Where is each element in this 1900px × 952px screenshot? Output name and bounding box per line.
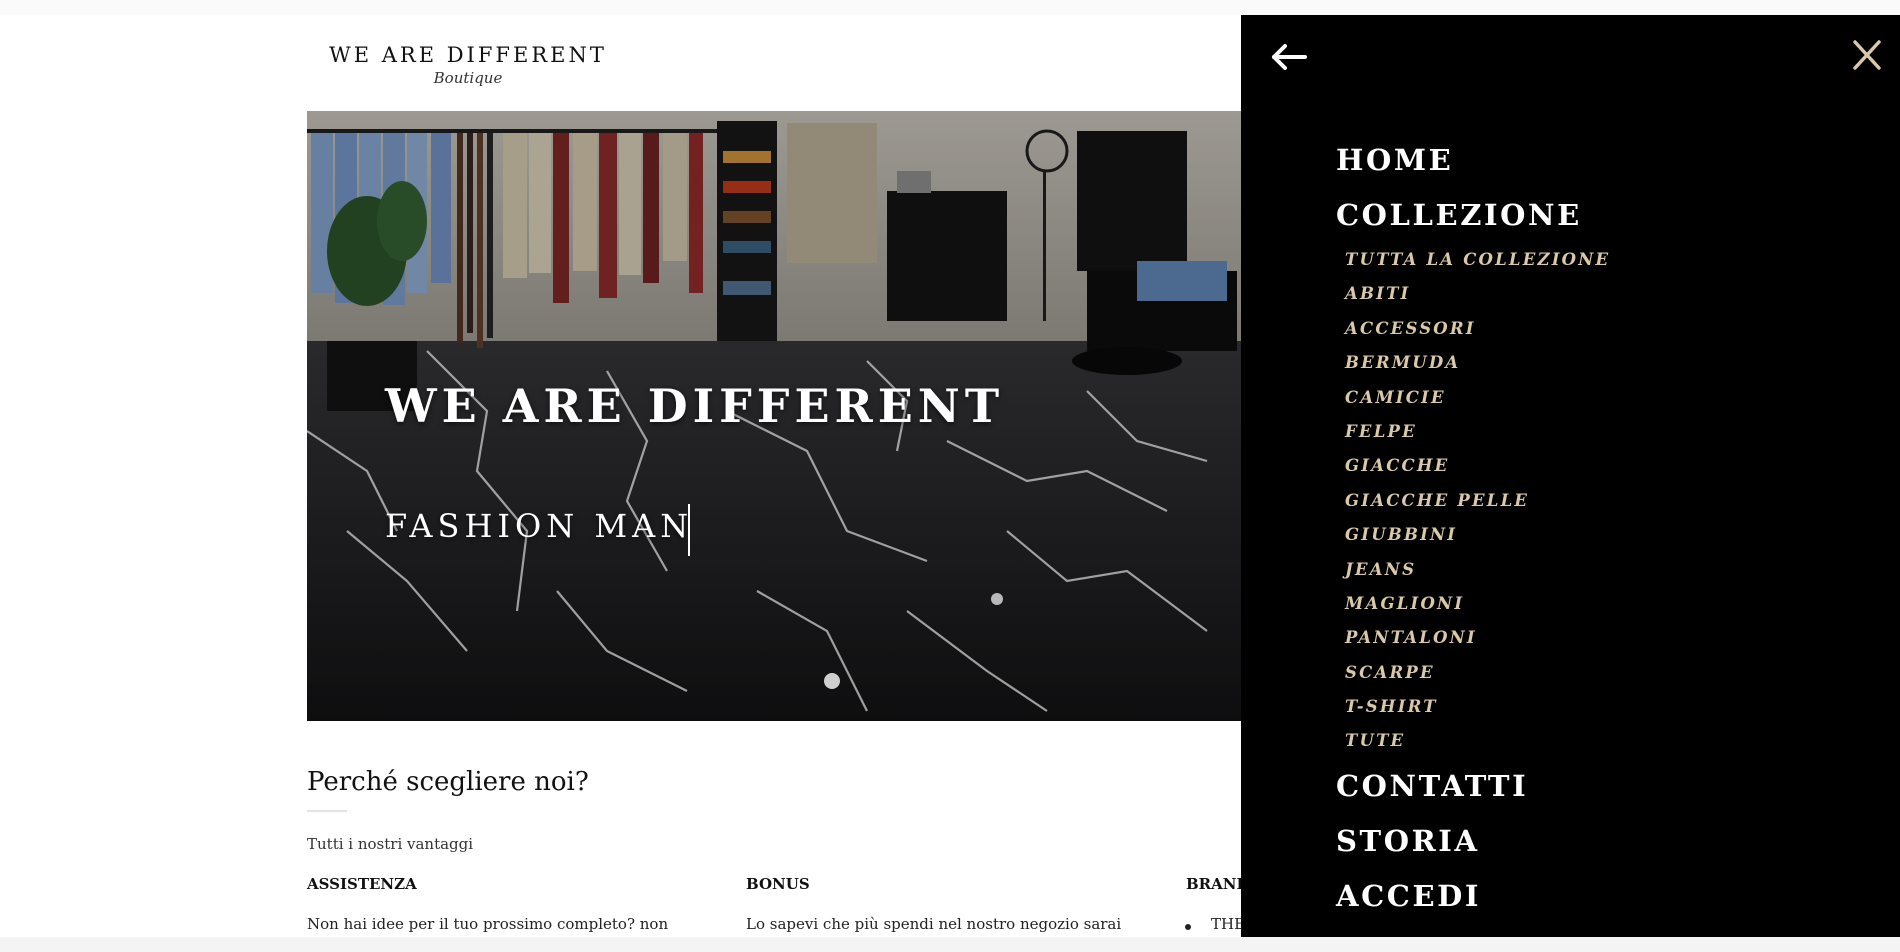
menu-item-contatti[interactable]: CONTATTI bbox=[1336, 759, 1610, 814]
submenu-item-tutta-la-collezione[interactable]: TUTTA LA COLLEZIONE bbox=[1345, 243, 1610, 277]
submenu-item-accessori[interactable]: ACCESSORI bbox=[1345, 312, 1610, 346]
hero-banner: WE ARE DIFFERENT FASHION MAN bbox=[307, 111, 1241, 721]
submenu-item-maglioni[interactable]: MAGLIONI bbox=[1345, 587, 1610, 621]
feature-heading-brand: BRAND bbox=[1186, 875, 1250, 893]
feature-text-assistenza: Non hai idee per il tuo prossimo complet… bbox=[307, 915, 669, 933]
menu-item-collezione[interactable]: COLLEZIONE bbox=[1336, 188, 1610, 243]
nav-drawer: HOME COLLEZIONE TUTTA LA COLLEZIONE ABIT… bbox=[1241, 15, 1900, 937]
feature-heading-bonus: BONUS bbox=[746, 875, 810, 893]
close-icon bbox=[1853, 40, 1881, 70]
main-menu: HOME COLLEZIONE TUTTA LA COLLEZIONE ABIT… bbox=[1336, 133, 1610, 924]
submenu-item-abiti[interactable]: ABITI bbox=[1345, 277, 1610, 311]
submenu-item-felpe[interactable]: FELPE bbox=[1345, 415, 1610, 449]
feature-text-bonus: Lo sapevi che più spendi nel nostro nego… bbox=[746, 915, 1122, 933]
menu-item-home[interactable]: HOME bbox=[1336, 133, 1610, 188]
section-title: Perché scegliere noi? bbox=[307, 767, 589, 797]
submenu-item-scarpe[interactable]: SCARPE bbox=[1345, 656, 1610, 690]
logo-wordmark: WE ARE DIFFERENT bbox=[329, 43, 607, 67]
hero-subtitle: FASHION MAN bbox=[385, 507, 694, 545]
submenu-item-tute[interactable]: TUTE bbox=[1345, 724, 1610, 758]
list-bullet bbox=[1185, 924, 1191, 930]
section-subtitle: Tutti i nostri vantaggi bbox=[307, 835, 474, 853]
submenu-item-t-shirt[interactable]: T-SHIRT bbox=[1345, 690, 1610, 724]
close-button[interactable] bbox=[1850, 37, 1884, 73]
feature-heading-assistenza: ASSISTENZA bbox=[307, 875, 417, 893]
submenu-item-pantaloni[interactable]: PANTALONI bbox=[1345, 621, 1610, 655]
submenu-item-bermuda[interactable]: BERMUDA bbox=[1345, 346, 1610, 380]
submenu-item-camicie[interactable]: CAMICIE bbox=[1345, 381, 1610, 415]
section-divider bbox=[307, 810, 347, 812]
site-logo[interactable]: WE ARE DIFFERENT Boutique bbox=[328, 43, 608, 87]
submenu-collezione: TUTTA LA COLLEZIONE ABITI ACCESSORI BERM… bbox=[1336, 243, 1610, 759]
menu-item-accedi[interactable]: ACCEDI bbox=[1336, 869, 1610, 924]
bottom-strip bbox=[0, 937, 1900, 952]
submenu-item-giacche-pelle[interactable]: GIACCHE PELLE bbox=[1345, 484, 1610, 518]
feature-text-brand: THE bbox=[1211, 915, 1246, 933]
arrow-left-icon bbox=[1272, 44, 1307, 70]
submenu-item-jeans[interactable]: JEANS bbox=[1345, 553, 1610, 587]
menu-item-storia[interactable]: STORIA bbox=[1336, 814, 1610, 869]
submenu-item-giacche[interactable]: GIACCHE bbox=[1345, 449, 1610, 483]
typing-cursor bbox=[688, 504, 690, 556]
submenu-item-giubbini[interactable]: GIUBBINI bbox=[1345, 518, 1610, 552]
back-button[interactable] bbox=[1269, 39, 1309, 75]
hero-title: WE ARE DIFFERENT bbox=[385, 379, 1005, 433]
submenu-collezione-wrapper: TUTTA LA COLLEZIONE ABITI ACCESSORI BERM… bbox=[1336, 243, 1610, 759]
logo-tagline: Boutique bbox=[433, 69, 503, 87]
